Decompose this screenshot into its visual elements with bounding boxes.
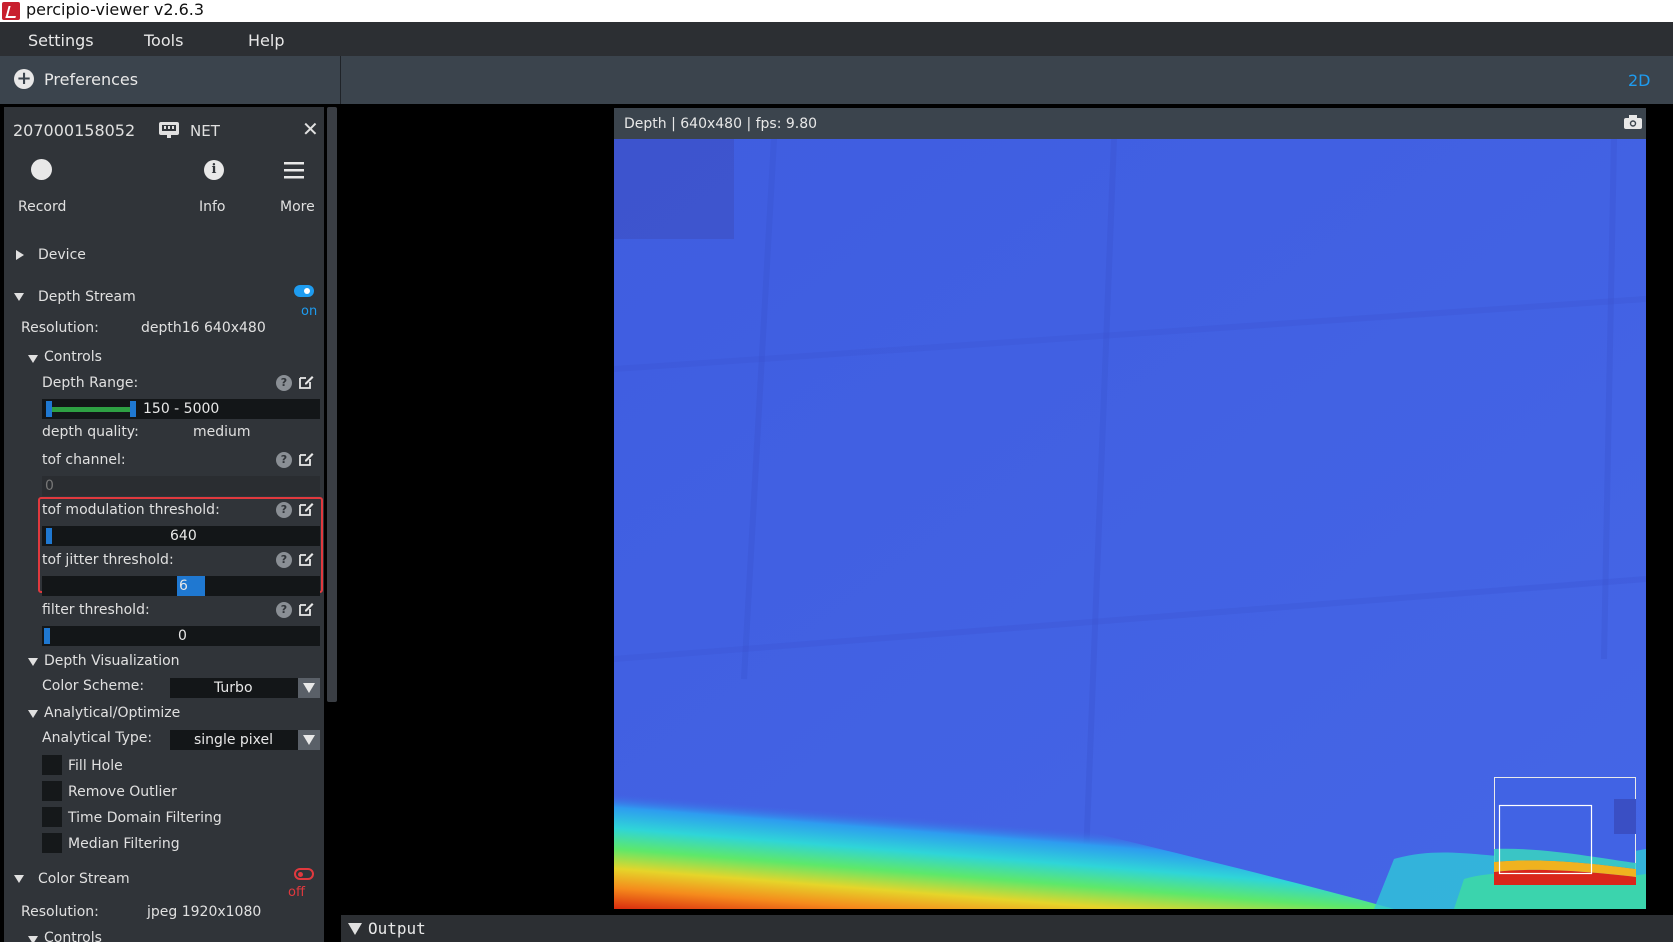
record-icon[interactable] — [31, 159, 52, 180]
device-panel: 207000158052 NET ✕ Record i Info More De… — [4, 107, 324, 942]
median-filtering-label[interactable]: Median Filtering — [68, 836, 180, 852]
preferences-label[interactable]: Preferences — [44, 70, 138, 89]
menu-help[interactable]: Help — [248, 31, 284, 50]
collapse-output-icon[interactable] — [348, 923, 362, 935]
depth-range-help-icon[interactable]: ? — [276, 375, 292, 391]
analytical-type-dropdown-icon[interactable] — [298, 730, 320, 750]
tof-jitter-value: 6 — [179, 578, 188, 594]
tof-jitter-edit-icon[interactable] — [298, 551, 314, 567]
remove-outlier-label[interactable]: Remove Outlier — [68, 784, 177, 800]
depth-image — [614, 139, 1646, 909]
depth-resolution-value[interactable]: depth16 640x480 — [141, 320, 266, 336]
collapse-controls-icon[interactable] — [28, 355, 38, 363]
app-title: percipio-viewer v2.6.3 — [26, 0, 205, 19]
color-resolution-value[interactable]: jpeg 1920x1080 — [147, 904, 261, 920]
tof-modulation-edit-icon[interactable] — [298, 501, 314, 517]
close-device-icon[interactable]: ✕ — [302, 117, 319, 141]
tof-modulation-handle[interactable] — [46, 528, 52, 544]
tof-channel-field: 0 — [42, 476, 320, 496]
menu-settings[interactable]: Settings — [28, 31, 94, 50]
depth-range-max-handle[interactable] — [130, 401, 136, 417]
time-domain-filtering-checkbox[interactable] — [42, 807, 62, 827]
color-stream-header[interactable]: Color Stream — [38, 871, 130, 887]
color-scheme-label: Color Scheme: — [42, 678, 145, 694]
color-scheme-value: Turbo — [214, 680, 253, 696]
filter-threshold-slider[interactable]: 0 — [42, 626, 320, 646]
filter-threshold-edit-icon[interactable] — [298, 601, 314, 617]
depth-range-label: Depth Range: — [42, 375, 139, 391]
depth-stream-state: on — [301, 304, 318, 319]
tof-channel-help-icon[interactable]: ? — [276, 452, 292, 468]
add-preferences-icon[interactable]: + — [14, 69, 34, 89]
tof-modulation-help-icon[interactable]: ? — [276, 502, 292, 518]
depth-quality-label: depth quality: — [42, 424, 139, 440]
tof-modulation-label: tof modulation threshold: — [42, 502, 220, 518]
more-menu-icon[interactable] — [284, 161, 304, 179]
analytical-type-label: Analytical Type: — [42, 730, 153, 746]
depth-range-slider[interactable]: 150 - 5000 — [42, 399, 320, 419]
viewer-title: Depth | 640x480 | fps: 9.80 — [624, 116, 818, 132]
fill-hole-label[interactable]: Fill Hole — [68, 758, 123, 774]
time-domain-filtering-label[interactable]: Time Domain Filtering — [68, 810, 222, 826]
output-label[interactable]: Output — [368, 919, 426, 938]
collapse-visualization-icon[interactable] — [28, 658, 38, 666]
tof-modulation-value: 640 — [170, 528, 197, 544]
collapse-depth-stream-icon[interactable] — [14, 293, 24, 301]
view-mode-2d-button[interactable]: 2D — [1628, 71, 1651, 90]
sidebar-scrollbar[interactable] — [327, 107, 337, 702]
tof-channel-label: tof channel: — [42, 452, 126, 468]
tof-channel-edit-icon[interactable] — [298, 451, 314, 467]
depth-stream-header[interactable]: Depth Stream — [38, 289, 136, 305]
depth-resolution-label: Resolution: — [21, 320, 99, 336]
color-scheme-select[interactable]: Turbo — [170, 678, 320, 698]
more-label[interactable]: More — [280, 199, 315, 215]
title-bar — [0, 0, 1673, 22]
camera-icon[interactable] — [1624, 115, 1642, 129]
info-label[interactable]: Info — [199, 199, 226, 215]
color-stream-toggle[interactable] — [294, 868, 314, 880]
output-panel-header — [341, 915, 1673, 942]
remove-outlier-checkbox[interactable] — [42, 781, 62, 801]
tof-jitter-help-icon[interactable]: ? — [276, 552, 292, 568]
analytical-header[interactable]: Analytical/Optimize — [44, 705, 180, 721]
depth-range-min-handle[interactable] — [46, 401, 52, 417]
device-section-header[interactable]: Device — [38, 247, 86, 263]
network-icon — [159, 122, 179, 138]
depth-visualization-header[interactable]: Depth Visualization — [44, 653, 180, 669]
info-icon[interactable]: i — [204, 160, 224, 180]
controls-header[interactable]: Controls — [44, 349, 102, 365]
app-logo-icon — [2, 2, 20, 20]
tof-channel-value: 0 — [45, 478, 54, 494]
depth-range-value: 150 - 5000 — [143, 401, 220, 417]
analytical-type-value: single pixel — [194, 732, 274, 748]
expand-device-icon[interactable] — [16, 250, 24, 260]
record-label[interactable]: Record — [18, 199, 66, 215]
filter-threshold-value: 0 — [178, 628, 187, 644]
tof-modulation-slider[interactable]: 640 — [42, 526, 320, 546]
depth-quality-value[interactable]: medium — [193, 424, 251, 440]
viewer-toolbar — [341, 56, 1673, 104]
filter-threshold-label: filter threshold: — [42, 602, 150, 618]
filter-threshold-handle[interactable] — [44, 628, 50, 644]
connection-type: NET — [190, 122, 220, 140]
tof-jitter-slider[interactable]: 6 — [42, 576, 320, 596]
minimap-overview[interactable] — [1494, 777, 1636, 885]
median-filtering-checkbox[interactable] — [42, 833, 62, 853]
filter-threshold-help-icon[interactable]: ? — [276, 602, 292, 618]
menu-tools[interactable]: Tools — [144, 31, 183, 50]
collapse-color-stream-icon[interactable] — [14, 875, 24, 883]
color-stream-state: off — [288, 885, 305, 900]
fill-hole-checkbox[interactable] — [42, 755, 62, 775]
collapse-color-controls-icon[interactable] — [28, 936, 38, 942]
color-controls-header[interactable]: Controls — [44, 930, 102, 942]
analytical-type-select[interactable]: single pixel — [170, 730, 320, 750]
tof-jitter-label: tof jitter threshold: — [42, 552, 174, 568]
device-serial: 207000158052 — [13, 121, 136, 140]
color-scheme-dropdown-icon[interactable] — [298, 678, 320, 698]
color-resolution-label: Resolution: — [21, 904, 99, 920]
depth-stream-toggle[interactable] — [294, 285, 314, 297]
collapse-analytical-icon[interactable] — [28, 710, 38, 718]
depth-image-view[interactable] — [614, 139, 1646, 909]
depth-range-edit-icon[interactable] — [298, 374, 314, 390]
